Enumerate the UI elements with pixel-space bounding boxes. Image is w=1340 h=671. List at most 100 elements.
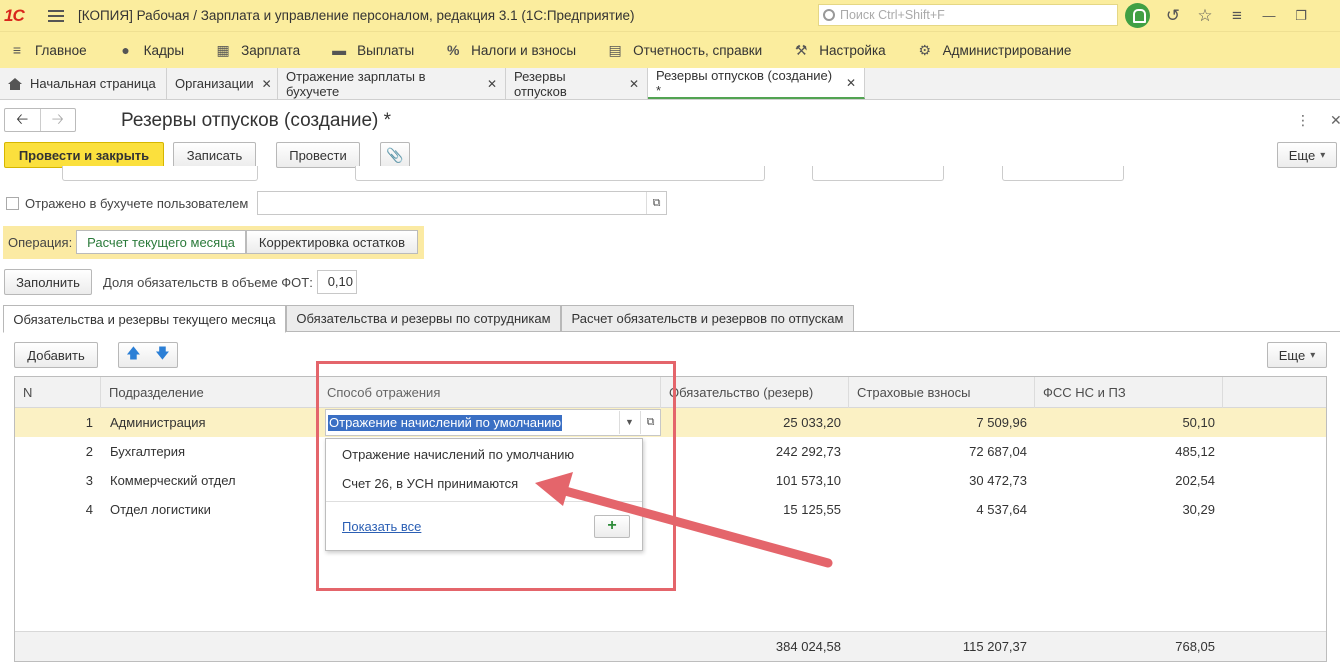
- more-vertical-icon[interactable]: ⋮: [1296, 112, 1310, 129]
- home-icon: [8, 77, 22, 90]
- cell-insurance: 72 687,04: [969, 444, 1027, 459]
- cell-liability: 242 292,73: [775, 444, 841, 459]
- cut-off-field[interactable]: [812, 166, 944, 181]
- global-search-input[interactable]: Поиск Ctrl+Shift+F: [818, 4, 1118, 26]
- save-button[interactable]: Записать: [173, 142, 256, 168]
- column-header[interactable]: N: [15, 377, 101, 408]
- wallet-icon: ▬: [332, 42, 347, 58]
- cell-n: 2: [85, 444, 93, 459]
- menu-item-payments[interactable]: ▬ Выплаты: [330, 42, 414, 58]
- menu-item-settings[interactable]: ⚒ Настройка: [792, 41, 886, 59]
- cut-off-field[interactable]: [1002, 166, 1124, 181]
- reflected-checkbox[interactable]: [6, 197, 19, 210]
- star-icon[interactable]: ☆: [1196, 6, 1214, 26]
- tab-organizations[interactable]: Организации ✕: [167, 68, 278, 99]
- more-actions-button[interactable]: Еще: [1277, 142, 1337, 168]
- reflected-user-field[interactable]: ⧉: [257, 191, 667, 215]
- operation-correction[interactable]: Корректировка остатков: [246, 230, 418, 254]
- table-totals: 384 024,58 115 207,37 768,05: [15, 631, 1326, 661]
- cell-liability: 15 125,55: [783, 502, 841, 517]
- menu-item-label: Администрирование: [942, 42, 1072, 58]
- tab-label: Отражение зарплаты в бухучете: [286, 68, 426, 99]
- menu-item-label: Зарплата: [241, 42, 301, 58]
- tab-vacation-calc[interactable]: Расчет обязательств и резервов по отпуск…: [561, 305, 854, 332]
- menu-item-label: Главное: [35, 42, 87, 58]
- close-icon[interactable]: ✕: [1330, 112, 1340, 129]
- notification-bell-icon[interactable]: [1125, 3, 1150, 28]
- tab-label: Резервы отпусков: [514, 68, 567, 99]
- menu-item-label: Настройка: [819, 42, 886, 58]
- form-title: Резервы отпусков (создание) *: [121, 110, 392, 131]
- wrench-icon: ⚒: [794, 41, 808, 58]
- close-icon[interactable]: ✕: [487, 77, 497, 91]
- total-fss: 768,05: [1175, 639, 1215, 654]
- operation-current-month[interactable]: Расчет текущего месяца: [76, 230, 246, 254]
- paperclip-icon: 📎: [386, 146, 404, 163]
- cell-dept: Администрация: [110, 415, 206, 430]
- move-up-icon[interactable]: 🡅: [126, 343, 140, 367]
- cell-dept: Бухгалтерия: [110, 444, 186, 459]
- column-header[interactable]: Страховые взносы: [849, 377, 1035, 408]
- open-icon[interactable]: ⧉: [646, 192, 666, 214]
- move-buttons: 🡅 🡇: [118, 342, 178, 368]
- tab-home[interactable]: Начальная страница: [0, 68, 167, 99]
- share-input[interactable]: 0,10: [317, 270, 357, 294]
- tab-vacation-reserves[interactable]: Резервы отпусков ✕: [506, 68, 648, 99]
- hamburger-icon[interactable]: [48, 7, 64, 25]
- menu-item-admin[interactable]: ⚙ Администрирование: [916, 41, 1072, 59]
- title-bar: 1С [КОПИЯ] Рабочая / Зарплата и управлен…: [0, 0, 1340, 31]
- calculator-icon: ▦: [216, 41, 230, 58]
- close-icon[interactable]: ✕: [629, 77, 639, 91]
- close-icon[interactable]: ✕: [262, 77, 272, 91]
- main-menu: ≡ Главное ● Кадры ▦ Зарплата ▬ Выплаты %…: [0, 31, 1340, 68]
- move-down-icon[interactable]: 🡇: [155, 343, 169, 367]
- gear-icon: ⚙: [918, 41, 931, 58]
- restore-icon[interactable]: ❐: [1292, 8, 1310, 24]
- menu-item-hr[interactable]: ● Кадры: [117, 42, 184, 58]
- cell-liability: 101 573,10: [775, 473, 841, 488]
- attach-button[interactable]: 📎: [380, 142, 410, 168]
- column-header[interactable]: ФСС НС и ПЗ: [1035, 377, 1223, 408]
- column-header[interactable]: Обязательство (резерв): [661, 377, 849, 408]
- fill-button[interactable]: Заполнить: [4, 269, 92, 295]
- cell-insurance: 30 472,73: [969, 473, 1027, 488]
- cell-fss: 485,12: [1175, 444, 1215, 459]
- people-icon: ●: [121, 42, 130, 58]
- back-arrow-icon[interactable]: 🡠: [5, 109, 40, 131]
- menu-item-taxes[interactable]: % Налоги и взносы: [444, 42, 576, 58]
- share-label: Доля обязательств в объеме ФОТ:: [103, 275, 313, 290]
- hamburger-icon: ≡: [12, 42, 22, 58]
- cell-dept: Отдел логистики: [110, 502, 211, 517]
- history-icon[interactable]: ↺: [1164, 6, 1182, 26]
- tab-salary-reflection[interactable]: Отражение зарплаты в бухучете ✕: [278, 68, 506, 99]
- cell-dept: Коммерческий отдел: [110, 473, 236, 488]
- post-button[interactable]: Провести: [276, 142, 360, 168]
- cut-off-field[interactable]: [62, 166, 258, 181]
- cell-n: 4: [85, 502, 93, 517]
- operation-group: Операция: Расчет текущего месяца Коррект…: [3, 226, 424, 259]
- tab-by-employees[interactable]: Обязательства и резервы по сотрудникам: [286, 305, 561, 332]
- tab-vacation-reserves-create[interactable]: Резервы отпусков (создание) * ✕: [648, 68, 865, 99]
- menu-item-main[interactable]: ≡ Главное: [8, 42, 87, 58]
- cell-fss: 30,29: [1182, 502, 1215, 517]
- post-and-close-button[interactable]: Провести и закрыть: [4, 142, 164, 168]
- forward-arrow-icon[interactable]: 🡢: [39, 109, 76, 131]
- tab-label: Резервы отпусков (создание) *: [656, 67, 833, 98]
- tab-current-month[interactable]: Обязательства и резервы текущего месяца: [3, 305, 286, 333]
- minimize-icon[interactable]: —: [1260, 8, 1278, 23]
- cut-off-field[interactable]: [355, 166, 765, 181]
- annotation-highlight-box: [316, 361, 676, 591]
- cell-insurance: 7 509,96: [976, 415, 1027, 430]
- tab-label: Начальная страница: [30, 76, 156, 91]
- menu-item-reports[interactable]: ▤ Отчетность, справки: [606, 42, 762, 59]
- add-row-button[interactable]: Добавить: [14, 342, 98, 368]
- close-icon[interactable]: ✕: [846, 76, 856, 90]
- menu-lines-icon[interactable]: ≡: [1228, 6, 1246, 26]
- cell-n: 1: [85, 415, 93, 430]
- menu-item-salary[interactable]: ▦ Зарплата: [214, 42, 300, 59]
- cell-insurance: 4 537,64: [976, 502, 1027, 517]
- table-more-button[interactable]: Еще: [1267, 342, 1327, 368]
- column-header[interactable]: Подразделение: [101, 377, 319, 408]
- open-windows-bar: Начальная страница Организации ✕ Отражен…: [0, 68, 1340, 100]
- menu-item-label: Отчетность, справки: [633, 42, 763, 58]
